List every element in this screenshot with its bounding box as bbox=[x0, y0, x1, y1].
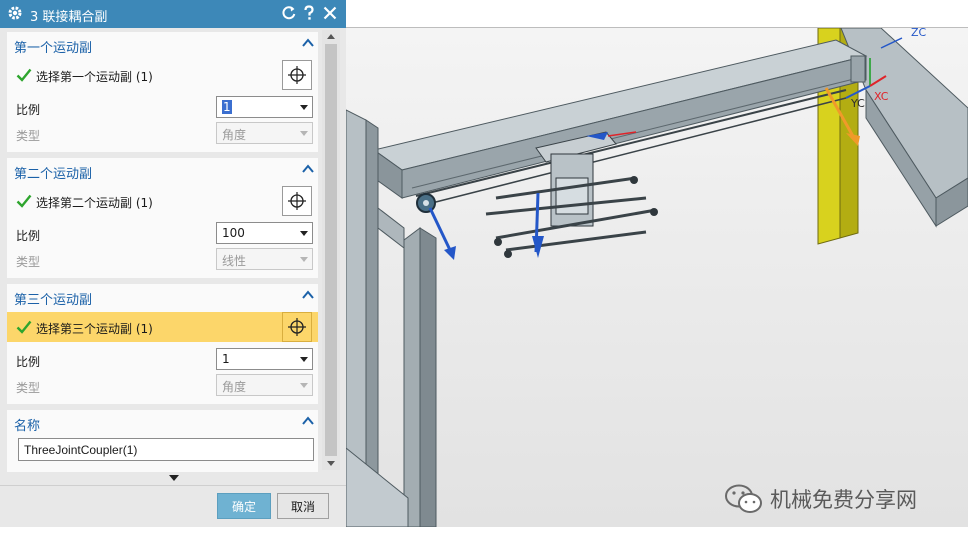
yc-axis-label: YC bbox=[850, 97, 865, 110]
third-ratio-value: 1 bbox=[222, 352, 230, 366]
dialog-title: 3 联接耦合副 bbox=[30, 10, 108, 25]
name-section: 名称 ThreeJointCoupler(1) bbox=[7, 410, 318, 472]
joint-coupler-dialog: 3 联接耦合副 第一个运动副 选择第一个运动副 (1) 比例 1 类型 角度 第… bbox=[0, 0, 347, 527]
chevron-down-icon[interactable] bbox=[300, 231, 308, 236]
check-icon bbox=[16, 68, 32, 82]
reset-icon[interactable] bbox=[280, 4, 298, 22]
expand-more-icon[interactable] bbox=[169, 475, 179, 481]
cancel-button[interactable]: 取消 bbox=[277, 493, 329, 519]
chevron-down-icon bbox=[300, 383, 308, 388]
footer-divider bbox=[0, 485, 346, 486]
scroll-down-icon[interactable] bbox=[327, 461, 335, 466]
second-joint-header[interactable]: 第二个运动副 bbox=[7, 158, 318, 182]
dialog-titlebar: 3 联接耦合副 bbox=[0, 0, 346, 28]
zc-axis-label: ZC bbox=[911, 28, 927, 39]
chevron-up-icon[interactable] bbox=[302, 164, 314, 174]
bottom-strip bbox=[0, 527, 968, 539]
select-second-joint-button[interactable] bbox=[282, 186, 312, 216]
select-second-joint-label: 选择第二个运动副 (1) bbox=[36, 196, 153, 210]
name-value: ThreeJointCoupler(1) bbox=[24, 443, 138, 457]
viewport-header bbox=[346, 0, 968, 28]
select-first-joint-button[interactable] bbox=[282, 60, 312, 90]
ratio-label: 比例 bbox=[16, 103, 41, 117]
scrollbar-thumb[interactable] bbox=[325, 44, 337, 456]
select-first-joint-label: 选择第一个运动副 (1) bbox=[36, 70, 153, 84]
xc-axis-label: XC bbox=[874, 90, 889, 103]
third-joint-header[interactable]: 第三个运动副 bbox=[7, 284, 318, 308]
crosshair-icon bbox=[288, 192, 306, 210]
select-first-joint-row[interactable]: 选择第一个运动副 (1) bbox=[7, 60, 318, 90]
help-icon[interactable] bbox=[300, 4, 318, 22]
watermark-text: 机械免费分享网 bbox=[770, 488, 917, 512]
type-label: 类型 bbox=[16, 381, 41, 395]
watermark: 机械免费分享网 bbox=[724, 482, 960, 516]
section-title: 第三个运动副 bbox=[14, 293, 93, 308]
chevron-up-icon[interactable] bbox=[302, 290, 314, 300]
scroll-up-icon[interactable] bbox=[327, 34, 335, 39]
first-type-value: 角度 bbox=[222, 128, 247, 142]
second-type-value: 线性 bbox=[222, 254, 247, 268]
ratio-label: 比例 bbox=[16, 355, 41, 369]
ok-button[interactable]: 确定 bbox=[217, 493, 271, 519]
crosshair-icon bbox=[288, 318, 306, 336]
ratio-label: 比例 bbox=[16, 229, 41, 243]
chevron-down-icon bbox=[300, 257, 308, 262]
first-type-combo: 角度 bbox=[216, 122, 313, 144]
gear-icon[interactable] bbox=[7, 5, 23, 21]
name-header[interactable]: 名称 bbox=[7, 410, 318, 434]
chevron-down-icon[interactable] bbox=[300, 105, 308, 110]
second-type-combo: 线性 bbox=[216, 248, 313, 270]
check-icon bbox=[16, 320, 32, 334]
name-input[interactable]: ThreeJointCoupler(1) bbox=[18, 438, 314, 461]
model-scene[interactable]: ZC YC XC bbox=[346, 28, 968, 527]
second-ratio-value: 100 bbox=[222, 226, 245, 240]
close-icon[interactable] bbox=[321, 4, 339, 22]
first-ratio-value: 1 bbox=[222, 100, 232, 114]
second-ratio-combo[interactable]: 100 bbox=[216, 222, 313, 244]
select-third-joint-row[interactable]: 选择第三个运动副 (1) bbox=[7, 312, 318, 342]
select-third-joint-button[interactable] bbox=[282, 312, 312, 342]
first-joint-section: 第一个运动副 选择第一个运动副 (1) 比例 1 类型 角度 bbox=[7, 32, 318, 152]
select-second-joint-row[interactable]: 选择第二个运动副 (1) bbox=[7, 186, 318, 216]
dialog-content: 第一个运动副 选择第一个运动副 (1) 比例 1 类型 角度 第二个运动副 选择… bbox=[0, 30, 320, 488]
section-title: 第一个运动副 bbox=[14, 41, 93, 56]
chevron-down-icon bbox=[300, 131, 308, 136]
third-type-value: 角度 bbox=[222, 380, 247, 394]
graphics-viewport[interactable]: ZC YC XC bbox=[346, 0, 968, 527]
third-ratio-combo[interactable]: 1 bbox=[216, 348, 313, 370]
section-title: 名称 bbox=[14, 419, 41, 434]
type-label: 类型 bbox=[16, 255, 41, 269]
crosshair-icon bbox=[288, 66, 306, 84]
wechat-icon bbox=[725, 484, 762, 513]
chevron-up-icon[interactable] bbox=[302, 38, 314, 48]
select-third-joint-label: 选择第三个运动副 (1) bbox=[36, 322, 153, 336]
check-icon bbox=[16, 194, 32, 208]
chevron-up-icon[interactable] bbox=[302, 416, 314, 426]
third-type-combo: 角度 bbox=[216, 374, 313, 396]
chevron-down-icon[interactable] bbox=[300, 357, 308, 362]
first-ratio-combo[interactable]: 1 bbox=[216, 96, 313, 118]
section-title: 第二个运动副 bbox=[14, 167, 93, 182]
dialog-scrollbar[interactable] bbox=[322, 30, 340, 470]
second-joint-section: 第二个运动副 选择第二个运动副 (1) 比例 100 类型 线性 bbox=[7, 158, 318, 278]
third-joint-section: 第三个运动副 选择第三个运动副 (1) 比例 1 类型 角度 bbox=[7, 284, 318, 404]
first-joint-header[interactable]: 第一个运动副 bbox=[7, 32, 318, 56]
type-label: 类型 bbox=[16, 129, 41, 143]
